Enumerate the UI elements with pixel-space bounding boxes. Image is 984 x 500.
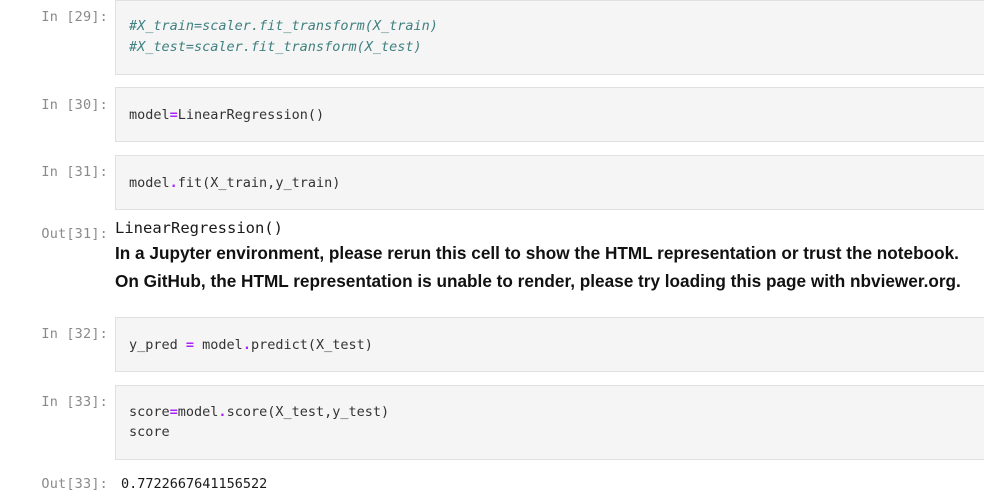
code-token: score [129, 404, 170, 420]
code-token: LinearRegression() [177, 107, 325, 123]
code-cell-31[interactable]: model.fit(X_train,y_train) [115, 155, 984, 210]
code-token: model [129, 107, 170, 123]
input-prompt-29: In [29]: [41, 9, 108, 25]
code-cell-33[interactable]: score=model.score(X_test,y_test) score [115, 385, 984, 460]
operator-token: = [169, 404, 178, 420]
code-token: model [194, 337, 243, 353]
html-repr-warning-line1: In a Jupyter environment, please rerun t… [115, 243, 959, 263]
output-repr: LinearRegression() [115, 219, 283, 237]
code-token: score [129, 424, 170, 440]
code-line: model=LinearRegression() [129, 105, 324, 126]
code-token: model [129, 175, 170, 191]
comment-text: #X_test=scaler.fit_transform(X_test) [129, 39, 422, 55]
output-prompt-33: Out[33]: [41, 476, 108, 492]
code-token: fit(X_train,y_train) [177, 175, 341, 191]
comment-text: #X_train=scaler.fit_transform(X_train) [129, 18, 438, 34]
code-cell-30[interactable]: model=LinearRegression() [115, 87, 984, 142]
operator-token: . [218, 404, 227, 420]
input-prompt-31: In [31]: [41, 164, 108, 180]
code-line: y_pred = model.predict(X_test) [129, 335, 373, 356]
code-line: score [129, 422, 170, 443]
input-prompt-30: In [30]: [41, 97, 108, 113]
output-value: 0.7722667641156522 [121, 476, 268, 492]
code-line: score=model.score(X_test,y_test) [129, 402, 389, 423]
operator-token: = [169, 107, 178, 123]
code-token: predict(X_test) [250, 337, 373, 353]
html-repr-warning-line2: On GitHub, the HTML representation is un… [115, 271, 961, 291]
input-prompt-33: In [33]: [41, 394, 108, 410]
operator-token: . [169, 175, 178, 191]
operator-token: = [185, 337, 195, 353]
code-token: model [177, 404, 219, 420]
code-cell-29[interactable]: #X_train=scaler.fit_transform(X_train) #… [115, 0, 984, 75]
input-prompt-32: In [32]: [41, 326, 108, 342]
code-line: #X_test=scaler.fit_transform(X_test) [129, 37, 422, 58]
output-prompt-31: Out[31]: [41, 226, 108, 242]
operator-token: . [242, 337, 251, 353]
code-cell-32[interactable]: y_pred = model.predict(X_test) [115, 317, 984, 372]
code-token: score(X_test,y_test) [226, 404, 390, 420]
code-token: y_pred [129, 337, 186, 353]
code-line: model.fit(X_train,y_train) [129, 173, 340, 194]
code-line: #X_train=scaler.fit_transform(X_train) [129, 16, 438, 37]
